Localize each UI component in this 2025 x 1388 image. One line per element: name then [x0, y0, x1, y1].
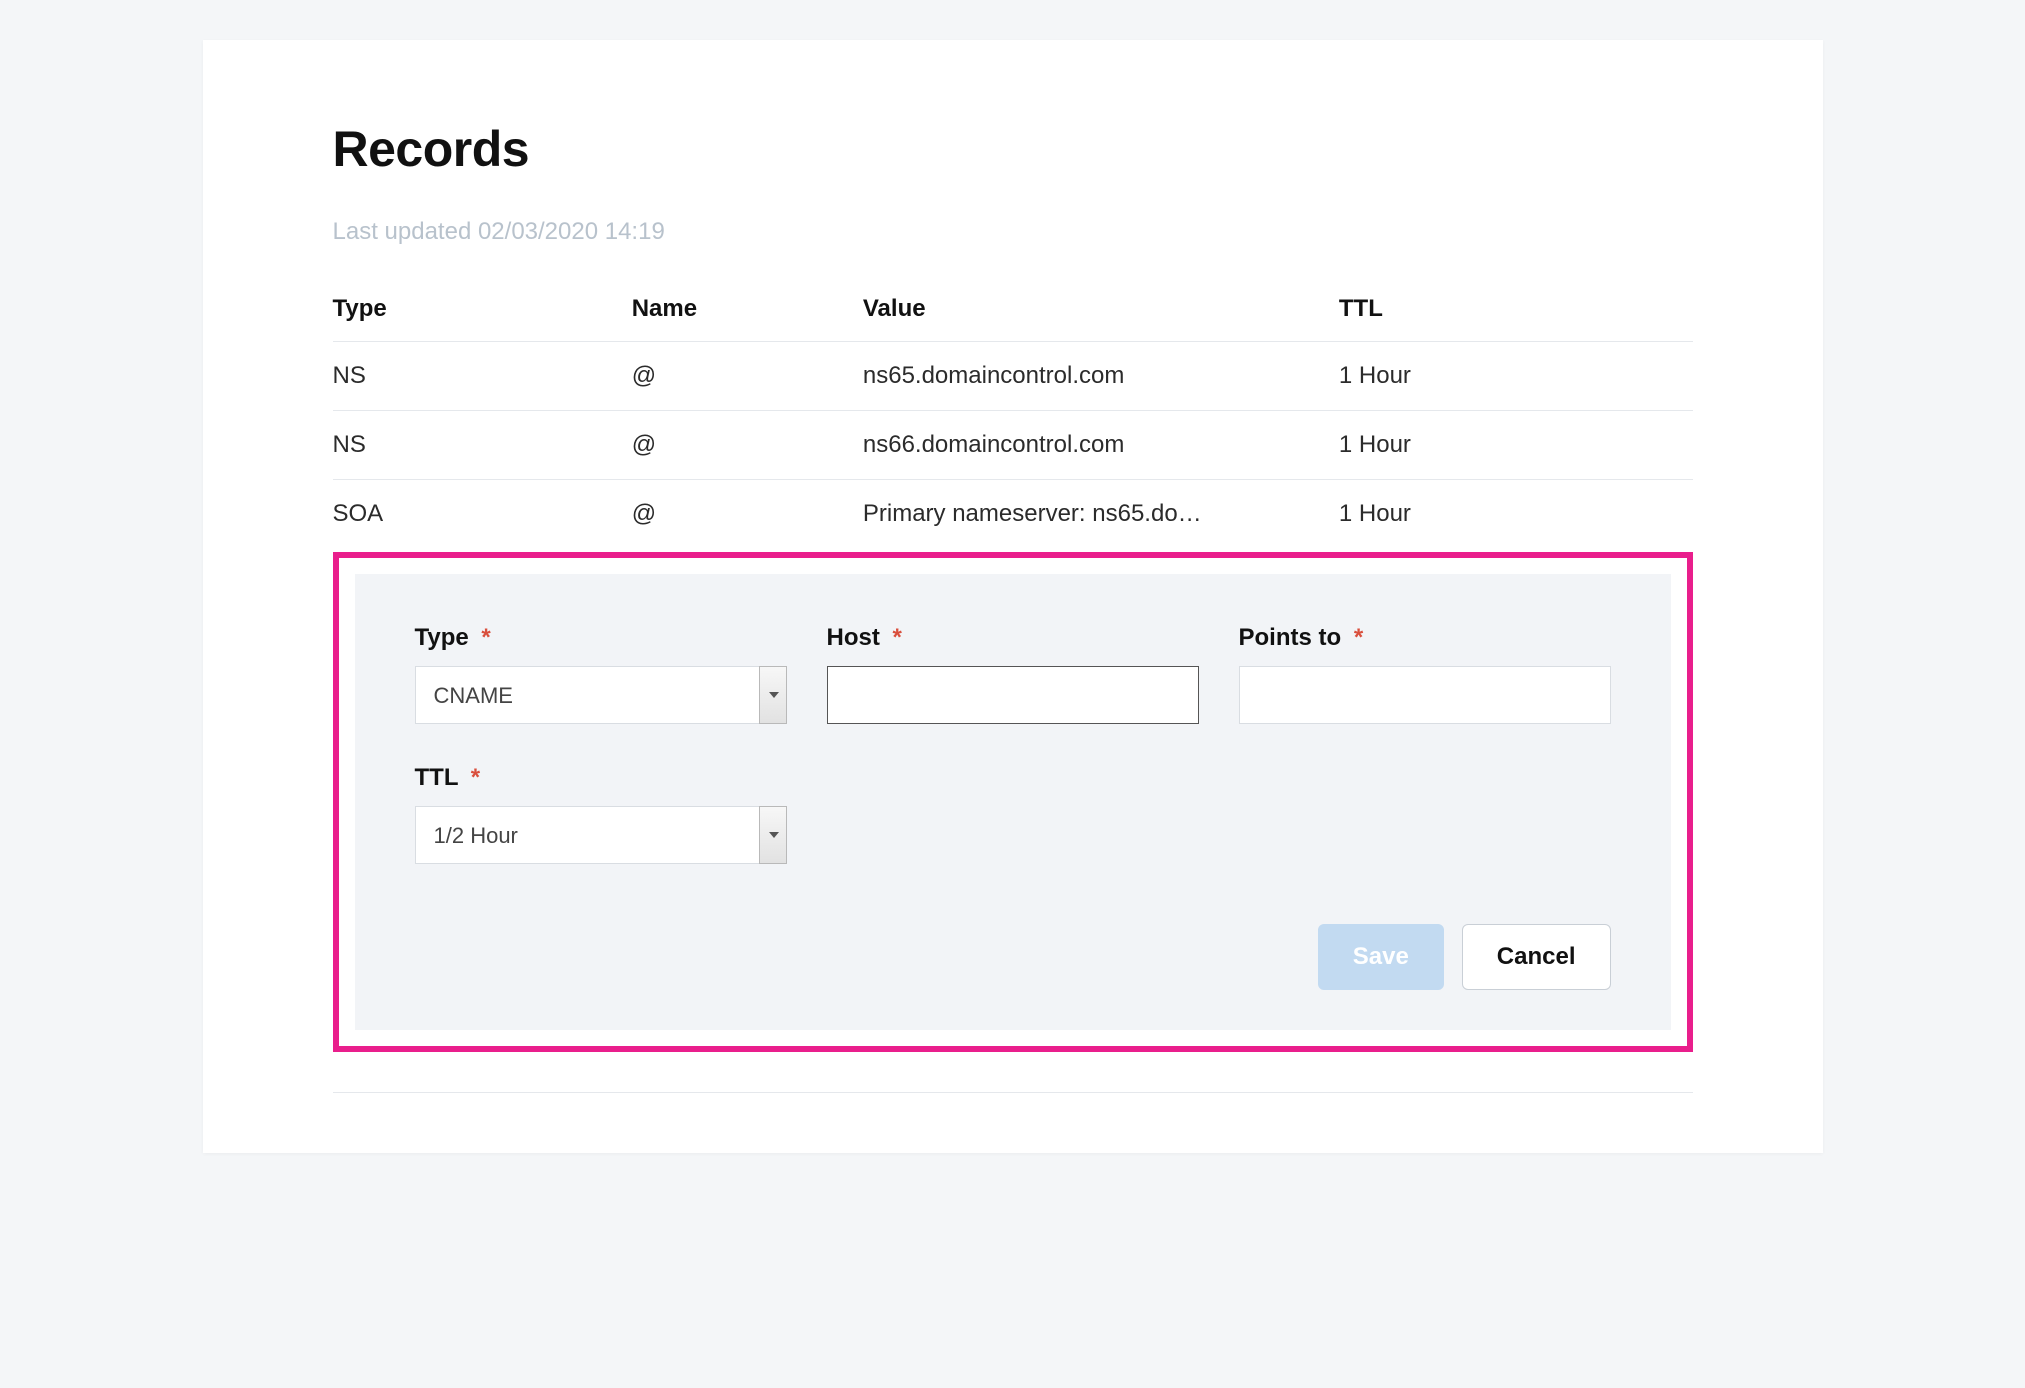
table-row: SOA @ Primary nameserver: ns65.do… 1 Hou…: [333, 480, 1693, 549]
cell-name: @: [632, 480, 863, 549]
label-host-text: Host: [827, 624, 880, 651]
label-ttl-text: TTL: [415, 764, 459, 791]
required-mark: *: [471, 764, 480, 791]
cell-ttl: 1 Hour: [1339, 342, 1693, 411]
add-record-panel: Type * CNAME Host *: [355, 574, 1671, 1030]
col-header-ttl: TTL: [1339, 281, 1693, 342]
host-input-wrap: [827, 666, 1199, 724]
cell-value: Primary nameserver: ns65.do…: [863, 480, 1339, 549]
required-mark: *: [893, 624, 902, 651]
type-select[interactable]: CNAME: [415, 666, 787, 724]
form-actions: Save Cancel: [415, 924, 1611, 990]
table-row: NS @ ns65.domaincontrol.com 1 Hour: [333, 342, 1693, 411]
field-ttl: TTL * 1/2 Hour: [415, 764, 787, 864]
table-header-row: Type Name Value TTL: [333, 281, 1693, 342]
field-type: Type * CNAME: [415, 624, 787, 724]
field-points-to: Points to *: [1239, 624, 1611, 724]
cell-type: NS: [333, 342, 632, 411]
cell-name: @: [632, 342, 863, 411]
col-header-value: Value: [863, 281, 1339, 342]
label-type: Type *: [415, 624, 787, 652]
records-card: Records Last updated 02/03/2020 14:19 Ty…: [203, 40, 1823, 1153]
cell-type: SOA: [333, 480, 632, 549]
table-row: NS @ ns66.domaincontrol.com 1 Hour: [333, 411, 1693, 480]
divider: [333, 1092, 1693, 1093]
label-host: Host *: [827, 624, 1199, 652]
type-select-wrap: CNAME: [415, 666, 787, 724]
ttl-select[interactable]: 1/2 Hour: [415, 806, 787, 864]
cell-ttl: 1 Hour: [1339, 411, 1693, 480]
cell-type: NS: [333, 411, 632, 480]
page-title: Records: [333, 120, 1693, 178]
cell-ttl: 1 Hour: [1339, 480, 1693, 549]
cell-value: ns66.domaincontrol.com: [863, 411, 1339, 480]
label-ttl: TTL *: [415, 764, 787, 792]
label-type-text: Type: [415, 624, 469, 651]
last-updated-text: Last updated 02/03/2020 14:19: [333, 218, 1693, 246]
cell-name: @: [632, 411, 863, 480]
points-to-input[interactable]: [1239, 666, 1611, 724]
col-header-name: Name: [632, 281, 863, 342]
field-host: Host *: [827, 624, 1199, 724]
label-points-to-text: Points to: [1239, 624, 1342, 651]
save-button[interactable]: Save: [1318, 924, 1444, 990]
required-mark: *: [1354, 624, 1363, 651]
label-points-to: Points to *: [1239, 624, 1611, 652]
ttl-select-wrap: 1/2 Hour: [415, 806, 787, 864]
points-to-input-wrap: [1239, 666, 1611, 724]
cancel-button[interactable]: Cancel: [1462, 924, 1611, 990]
add-record-panel-highlight: Type * CNAME Host *: [333, 552, 1693, 1052]
records-table: Type Name Value TTL NS @ ns65.domaincont…: [333, 281, 1693, 548]
form-grid: Type * CNAME Host *: [415, 624, 1611, 864]
host-input[interactable]: [827, 666, 1199, 724]
col-header-type: Type: [333, 281, 632, 342]
required-mark: *: [481, 624, 490, 651]
cell-value: ns65.domaincontrol.com: [863, 342, 1339, 411]
